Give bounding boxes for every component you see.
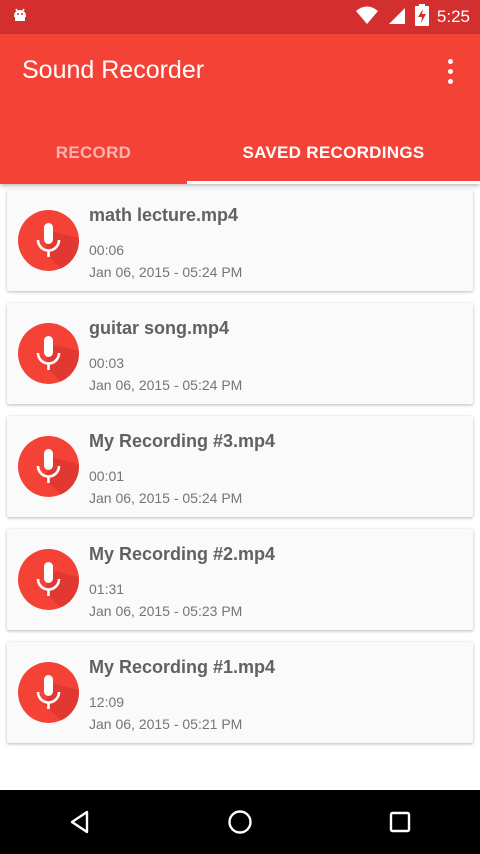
microphone-icon	[18, 549, 79, 610]
recording-name: guitar song.mp4	[89, 318, 230, 338]
recording-card[interactable]: My Recording #2.mp4 01:31 Jan 06, 2015 -…	[7, 529, 473, 630]
recording-name: math lecture.mp4	[89, 205, 239, 225]
recording-length: 00:01	[89, 468, 125, 484]
recording-card[interactable]: guitar song.mp4 00:03 Jan 06, 2015 - 05:…	[7, 303, 473, 404]
status-time: 5:25	[436, 7, 470, 26]
recording-card[interactable]: My Recording #1.mp4 12:09 Jan 06, 2015 -…	[7, 642, 473, 743]
home-icon[interactable]	[210, 792, 270, 852]
microphone-icon	[18, 662, 79, 723]
signal-icon	[387, 5, 407, 30]
status-bar: 5:25	[0, 0, 480, 34]
recording-date: Jan 06, 2015 - 05:24 PM	[89, 490, 243, 506]
recording-length: 00:03	[89, 355, 125, 371]
recording-length: 00:06	[89, 242, 125, 258]
app-title: Sound Recorder	[22, 56, 205, 84]
recording-name: My Recording #1.mp4	[89, 657, 276, 677]
recording-date: Jan 06, 2015 - 05:24 PM	[89, 377, 243, 393]
microphone-icon	[18, 436, 79, 497]
tab-record[interactable]: RECORD	[0, 122, 187, 184]
recording-card[interactable]: math lecture.mp4 00:06 Jan 06, 2015 - 05…	[7, 190, 473, 291]
recording-date: Jan 06, 2015 - 05:21 PM	[89, 716, 243, 732]
recording-date: Jan 06, 2015 - 05:24 PM	[89, 264, 243, 280]
recording-name: My Recording #2.mp4	[89, 544, 276, 564]
recording-card[interactable]: My Recording #3.mp4 00:01 Jan 06, 2015 -…	[7, 416, 473, 517]
back-icon[interactable]	[50, 792, 110, 852]
recording-name: My Recording #3.mp4	[89, 431, 276, 451]
app-bar: Sound Recorder RECORD SAVED RECORDINGS	[0, 34, 480, 184]
recording-length: 12:09	[89, 694, 125, 710]
navigation-bar	[0, 790, 480, 854]
overflow-menu-icon[interactable]	[438, 56, 462, 86]
recording-date: Jan 06, 2015 - 05:23 PM	[89, 603, 243, 619]
wifi-icon	[355, 5, 379, 30]
tab-bar: RECORD SAVED RECORDINGS	[0, 122, 480, 184]
microphone-icon	[18, 323, 79, 384]
android-debug-icon	[10, 5, 30, 30]
tab-saved-recordings[interactable]: SAVED RECORDINGS	[187, 122, 480, 184]
recording-length: 01:31	[89, 581, 125, 597]
battery-charging-icon	[414, 3, 429, 31]
tab-indicator	[187, 181, 480, 184]
recents-icon[interactable]	[370, 792, 430, 852]
microphone-icon	[18, 210, 79, 271]
tab-label: SAVED RECORDINGS	[242, 143, 425, 162]
